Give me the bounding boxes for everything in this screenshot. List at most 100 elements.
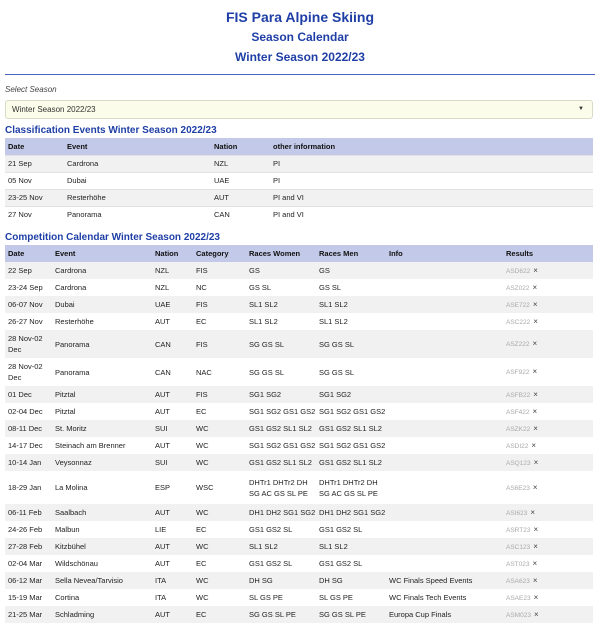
results-cell: ASC123 × [503, 538, 593, 555]
close-icon[interactable]: × [533, 483, 538, 492]
event-cell: Sella Nevea/Tarvisio [52, 572, 152, 589]
results-cell: ASQ123 × [503, 454, 593, 471]
date-cell: 27-28 Feb [5, 538, 52, 555]
close-icon[interactable]: × [534, 593, 539, 602]
close-icon[interactable]: × [533, 317, 538, 326]
result-code-link[interactable]: ASI623 [506, 510, 527, 517]
result-code-link[interactable]: ASZ222 [506, 341, 530, 348]
date-cell: 15-19 Mar [5, 589, 52, 606]
result-code-link[interactable]: AS6E23 [506, 485, 530, 492]
results-cell: AS6E23 × [503, 471, 593, 504]
category-cell: WC [193, 437, 246, 454]
nation-cell: NZL [152, 262, 193, 279]
nation-cell: AUT [152, 437, 193, 454]
races-men-cell: SG GS SL PE [316, 606, 386, 623]
event-cell: Panorama [64, 205, 211, 223]
close-icon[interactable]: × [530, 508, 535, 517]
date-cell: 27 Nov [5, 205, 64, 223]
results-cell: ASRT23 × [503, 521, 593, 538]
nation-cell: LIE [152, 521, 193, 538]
info-cell [386, 437, 503, 454]
info-cell [386, 555, 503, 572]
info-cell: PI and VI [270, 205, 593, 223]
races-women-cell: SG GS SL PE [246, 606, 316, 623]
close-icon[interactable]: × [533, 390, 538, 399]
result-code-link[interactable]: ASC222 [506, 319, 530, 326]
close-icon[interactable]: × [534, 610, 539, 619]
result-code-link[interactable]: ASF422 [506, 409, 530, 416]
table-row: 28 Nov-02 Dec Panorama CAN FIS SG GS SL SG GS… [5, 330, 593, 358]
result-code-link[interactable]: ASM023 [506, 612, 531, 619]
results-cell: ASM023 × [503, 606, 593, 623]
close-icon[interactable]: × [533, 576, 538, 585]
event-cell: Panorama [52, 358, 152, 386]
column-header: Event [52, 245, 152, 262]
close-icon[interactable]: × [534, 458, 539, 467]
table-row: 14-17 Dec Steinach am Brenner AUT WC SG1 SG2… [5, 437, 593, 454]
table-row: 21-25 Mar Schladming AUT EC SG GS SL PE SG GS… [5, 606, 593, 623]
result-code-link[interactable]: ASC123 [506, 544, 530, 551]
result-code-link[interactable]: ASD622 [506, 268, 530, 275]
nation-cell: ESP [152, 471, 193, 504]
category-cell: FIS [193, 386, 246, 403]
season-select[interactable]: Winter Season 2022/23 ▼ [5, 100, 593, 119]
date-cell: 23-24 Sep [5, 279, 52, 296]
result-code-link[interactable]: ASZ022 [506, 285, 530, 292]
event-cell: St. Moritz [52, 420, 152, 437]
close-icon[interactable]: × [533, 367, 538, 376]
result-code-link[interactable]: ASZK22 [506, 426, 530, 433]
races-women-cell: SG GS SL [246, 358, 316, 386]
column-header: Nation [152, 245, 193, 262]
close-icon[interactable]: × [533, 266, 538, 275]
nation-cell: AUT [152, 538, 193, 555]
category-cell: WC [193, 420, 246, 437]
close-icon[interactable]: × [533, 283, 538, 292]
table-row: 18-29 Jan La Molina ESP WSC DHTr1 DHTr2 DH S… [5, 471, 593, 504]
category-cell: EC [193, 555, 246, 572]
result-code-link[interactable]: ASRT23 [506, 527, 530, 534]
column-header: Races Women [246, 245, 316, 262]
races-men-cell: SG GS SL [316, 358, 386, 386]
close-icon[interactable]: × [533, 542, 538, 551]
nation-cell: CAN [152, 358, 193, 386]
result-code-link[interactable]: ASFB22 [506, 392, 530, 399]
info-cell [386, 521, 503, 538]
close-icon[interactable]: × [533, 300, 538, 309]
close-icon[interactable]: × [533, 525, 538, 534]
close-icon[interactable]: × [533, 407, 538, 416]
result-code-link[interactable]: ASDI22 [506, 443, 528, 450]
result-code-link[interactable]: ASE722 [506, 302, 530, 309]
close-icon[interactable]: × [533, 559, 538, 568]
column-header: Date [5, 245, 52, 262]
event-cell: Resterhöhe [52, 313, 152, 330]
nation-cell: AUT [152, 313, 193, 330]
event-cell: Malbun [52, 521, 152, 538]
category-cell: FIS [193, 330, 246, 358]
table-row: 23-25 Nov Resterhöhe AUT PI and VI [5, 188, 593, 206]
results-cell: ASF422 × [503, 403, 593, 420]
event-cell: Cardrona [52, 279, 152, 296]
nation-cell: NZL [152, 279, 193, 296]
table-row: 06-11 Feb Saalbach AUT WC DH1 DH2 SG1 SG2 DH1… [5, 504, 593, 521]
results-cell: ASFB22 × [503, 386, 593, 403]
category-cell: EC [193, 313, 246, 330]
close-icon[interactable]: × [531, 441, 536, 450]
table-row: 23-24 Sep Cardrona NZL NC GS SL GS SL ASZ022 × [5, 279, 593, 296]
result-code-link[interactable]: AST023 [506, 561, 530, 568]
category-cell: WC [193, 589, 246, 606]
result-code-link[interactable]: ASA623 [506, 578, 530, 585]
date-cell: 01 Dec [5, 386, 52, 403]
result-code-link[interactable]: ASF922 [506, 369, 530, 376]
nation-cell: AUT [152, 386, 193, 403]
result-code-link[interactable]: ASAE23 [506, 595, 531, 602]
results-cell: ASE722 × [503, 296, 593, 313]
races-men-cell: DHTr1 DHTr2 DH SG AC GS SL PE [316, 471, 386, 504]
info-cell [386, 330, 503, 358]
close-icon[interactable]: × [533, 424, 538, 433]
races-women-cell: SG1 SG2 GS1 GS2 [246, 437, 316, 454]
close-icon[interactable]: × [533, 339, 538, 348]
races-women-cell: DH1 DH2 SG1 SG2 [246, 504, 316, 521]
races-women-cell: SG GS SL [246, 330, 316, 358]
result-code-link[interactable]: ASQ123 [506, 460, 531, 467]
table-row: 02-04 Dec Pitztal AUT EC SG1 SG2 GS1 GS2 SG1 … [5, 403, 593, 420]
